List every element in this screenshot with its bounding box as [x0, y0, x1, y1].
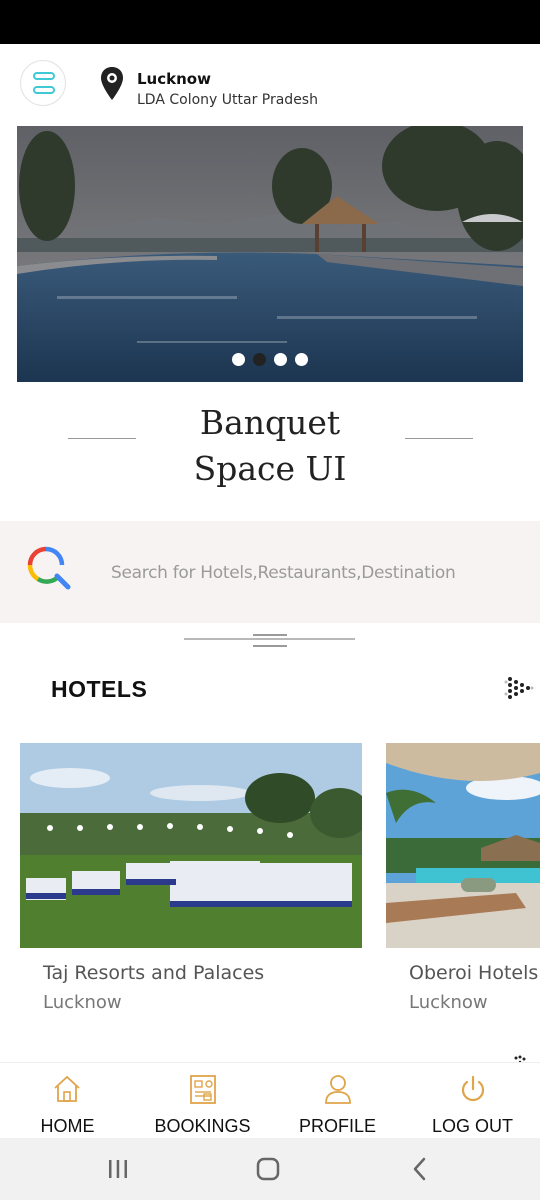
hotel-city: Lucknow [409, 992, 488, 1013]
search-bar[interactable]: Search for Hotels,Restaurants,Destinatio… [0, 521, 540, 623]
menu-button[interactable] [20, 60, 66, 106]
hotel-photo [20, 743, 362, 948]
hero-image [17, 126, 523, 382]
bottom-navigation: HOME BOOKINGS PROFILE LOG OUT [0, 1062, 540, 1138]
nav-profile[interactable]: PROFILE [270, 1063, 405, 1139]
hotel-city: Lucknow [43, 992, 122, 1013]
page-title: Banquet Space UI [170, 400, 370, 492]
menu-icon-bottom [33, 86, 55, 94]
page-title-line1: Banquet [199, 403, 341, 442]
back-icon[interactable] [407, 1156, 433, 1182]
nav-home-label: HOME [40, 1116, 95, 1136]
title-divider-left [68, 438, 136, 439]
location-area[interactable]: LDA Colony Uttar Pradesh [137, 92, 318, 108]
hotel-card-image[interactable] [386, 743, 540, 948]
home-system-icon[interactable] [255, 1156, 281, 1182]
carousel-dot[interactable] [232, 353, 245, 366]
nav-home[interactable]: HOME [0, 1063, 135, 1139]
location-pin-icon [101, 67, 123, 100]
carousel-dot-active[interactable] [253, 353, 266, 366]
hotel-card-image[interactable] [20, 743, 362, 948]
system-navigation-bar [0, 1138, 540, 1200]
profile-icon [324, 1075, 351, 1104]
nav-bookings[interactable]: BOOKINGS [135, 1063, 270, 1139]
hotel-name[interactable]: Oberoi Hotels & [409, 962, 540, 984]
home-icon [54, 1075, 80, 1102]
carousel-dot[interactable] [274, 353, 287, 366]
sheet-divider [184, 638, 355, 640]
hotels-section-title: HOTELS [51, 676, 148, 702]
nav-logout[interactable]: LOG OUT [405, 1063, 540, 1139]
top-bar: Lucknow LDA Colony Uttar Pradesh [0, 44, 540, 124]
location-city[interactable]: Lucknow [137, 70, 211, 88]
nav-logout-label: LOG OUT [431, 1116, 513, 1136]
nav-bookings-label: BOOKINGS [154, 1116, 251, 1136]
see-more-arrow-icon[interactable] [504, 673, 536, 705]
carousel-indicators [17, 353, 523, 371]
drag-handle[interactable] [253, 634, 287, 636]
nav-profile-label: PROFILE [298, 1116, 377, 1136]
bookings-icon [189, 1075, 216, 1104]
page-title-line2: Space UI [193, 449, 347, 488]
hotel-card-text-clip: Oberoi Hotels & Lucknow [386, 955, 540, 1015]
hotel-photo [386, 743, 540, 948]
status-bar [0, 0, 540, 44]
title-divider-right [405, 438, 473, 439]
hotel-name[interactable]: Taj Resorts and Palaces [43, 962, 264, 984]
search-icon [27, 546, 71, 590]
drag-handle-lower[interactable] [253, 645, 287, 647]
hero-carousel[interactable] [17, 126, 523, 382]
carousel-dot[interactable] [295, 353, 308, 366]
power-icon [461, 1075, 484, 1102]
search-input[interactable]: Search for Hotels,Restaurants,Destinatio… [111, 563, 456, 583]
recent-apps-icon[interactable] [105, 1156, 131, 1182]
menu-icon [33, 72, 55, 80]
